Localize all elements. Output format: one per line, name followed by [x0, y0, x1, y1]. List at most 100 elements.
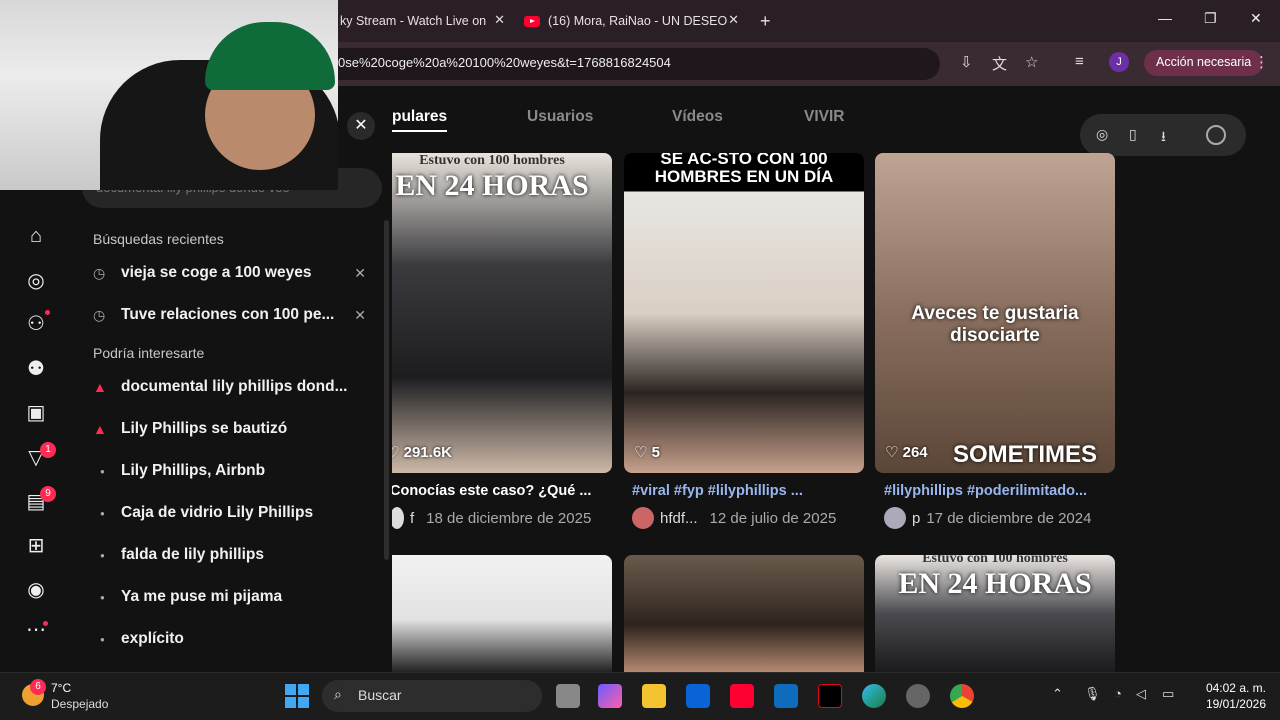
tab-popular[interactable]: pulares — [392, 108, 447, 126]
close-window-icon[interactable]: ✕ — [1250, 10, 1262, 27]
translate-icon[interactable]: 文 — [992, 53, 1007, 74]
friends-icon[interactable]: ⚉ — [24, 357, 48, 381]
new-tab-button[interactable]: + — [760, 8, 776, 34]
profile-icon[interactable]: ◉ — [24, 578, 48, 602]
chatgpt-icon[interactable] — [906, 684, 930, 708]
profile-icon[interactable] — [1206, 125, 1226, 145]
username[interactable]: f — [410, 510, 414, 527]
bookmark-star-icon[interactable]: ☆ — [1025, 53, 1038, 71]
suggestion-item[interactable]: ● Caja de vidrio Lily Phillips — [93, 501, 368, 525]
avatar[interactable] — [390, 507, 404, 529]
windows-start-icon[interactable] — [285, 684, 309, 708]
url-text: 0se%20coge%20a%20100%20weyes&t=176881682… — [338, 55, 671, 70]
taskbar-search[interactable]: ⌕ Buscar — [322, 680, 542, 712]
home-icon[interactable]: ⌂ — [24, 224, 48, 248]
url-input[interactable]: 0se%20coge%20a%20100%20weyes&t=176881682… — [300, 48, 940, 80]
battery-icon[interactable]: ▭ — [1162, 686, 1174, 702]
suggestion-item[interactable]: ● falda de lily phillips — [93, 543, 368, 567]
youtube-app-icon[interactable] — [730, 684, 754, 708]
outlook-classic-icon[interactable] — [774, 684, 798, 708]
browser-tab[interactable]: (16) Mora, RaiNao - UN DESEO ✕ — [524, 8, 739, 34]
netflix-icon[interactable] — [818, 684, 842, 708]
suggestion-text: Ya me puse mi pijama — [121, 588, 283, 605]
video-card[interactable]: Estuvo con 100 hombres EN 24 HORAS ♡ 291… — [372, 153, 612, 473]
notification-dot — [43, 621, 48, 626]
active-tab-indicator — [392, 130, 447, 132]
video-meta: f 18 de diciembre de 2025 — [390, 507, 615, 529]
messages-badge: 9 — [40, 486, 56, 502]
action-required-button[interactable]: Acción necesaria — [1144, 50, 1264, 76]
download-icon[interactable]: ⭳ — [1161, 126, 1166, 150]
outlook-icon[interactable] — [686, 684, 710, 708]
remove-icon[interactable]: ✕ — [354, 265, 366, 282]
suggestion-item[interactable]: ● Lily Phillips, Airbnb — [93, 459, 368, 483]
suggestion-text: Caja de vidrio Lily Phillips — [121, 504, 314, 521]
suggestion-item[interactable]: ▲ Lily Phillips se bautizó — [93, 417, 368, 441]
video-description[interactable]: #lilyphillips #poderilimitado... — [884, 483, 1114, 499]
close-tab-icon[interactable]: ✕ — [494, 12, 505, 28]
explore-icon[interactable]: ◎ — [1096, 126, 1108, 143]
chevron-up-icon[interactable]: ⌃ — [1052, 686, 1063, 702]
copilot-icon[interactable] — [598, 684, 622, 708]
post-date: 12 de julio de 2025 — [709, 509, 837, 527]
clock-time[interactable]: 04:02 a. m. — [1196, 681, 1266, 695]
suggestion-item[interactable]: ● explícito — [93, 627, 368, 651]
video-description[interactable]: #viral #fyp #lilyphillips ... — [632, 483, 862, 499]
chrome-icon[interactable] — [950, 684, 974, 708]
install-app-icon[interactable]: ⇩ — [960, 53, 973, 71]
overlay-text: Aveces te gustaria — [911, 303, 1079, 324]
video-card[interactable]: Estuvo con 100 hombres EN 24 HORAS — [875, 555, 1115, 672]
video-card[interactable] — [372, 555, 612, 672]
suggestion-item[interactable]: ▲ documental lily phillips dond... — [93, 375, 368, 399]
overlay-text: disociarte — [950, 325, 1040, 346]
username[interactable]: p — [912, 510, 920, 527]
upload-icon[interactable]: ⊞ — [24, 534, 48, 558]
volume-icon[interactable]: ◁ — [1136, 686, 1146, 702]
close-search-button[interactable]: ✕ — [347, 112, 375, 140]
tab-title: ky Stream - Watch Live on — [340, 14, 487, 28]
mobile-icon[interactable]: ▯ — [1129, 126, 1137, 143]
like-count: ♡ 5 — [634, 444, 660, 461]
search-icon: ⌕ — [334, 686, 342, 702]
suggestion-text: Lily Phillips se bautizó — [121, 420, 288, 437]
tab-videos[interactable]: Vídeos — [672, 108, 723, 126]
overlay-text: Estuvo con 100 hombres — [922, 555, 1068, 566]
task-view-icon[interactable] — [556, 684, 580, 708]
minimize-icon[interactable]: — — [1158, 10, 1172, 26]
video-card[interactable]: Aveces te gustaria disociarte SOMETIMES … — [875, 153, 1115, 473]
clock-date[interactable]: 19/01/2026 — [1196, 697, 1266, 711]
explore-icon[interactable]: ◎ — [24, 269, 48, 293]
like-count: ♡ 264 — [885, 444, 928, 461]
suggestion-item[interactable]: ● Ya me puse mi pijama — [93, 585, 368, 609]
media-control-icon[interactable]: ≡ — [1075, 53, 1084, 70]
bullet-icon: ● — [100, 550, 105, 560]
overlay-text: HOMBRES EN UN DÍA — [654, 167, 834, 186]
file-explorer-icon[interactable] — [642, 684, 666, 708]
activity-badge: 1 — [40, 442, 56, 458]
recent-search-item[interactable]: ◷ Tuve relaciones con 100 pe... ✕ — [93, 303, 368, 327]
video-description[interactable]: Conocías este caso? ¿Qué ... — [390, 483, 610, 499]
history-icon: ◷ — [93, 264, 106, 281]
microphone-icon[interactable]: 🎙 — [1084, 686, 1101, 702]
browser-menu-icon[interactable]: ⋮ — [1254, 53, 1269, 71]
restore-icon[interactable]: ❐ — [1204, 10, 1217, 27]
trending-up-icon: ▲ — [93, 379, 107, 395]
panel-scrollbar[interactable] — [384, 220, 389, 560]
username[interactable]: hfdf... — [660, 510, 698, 527]
close-tab-icon[interactable]: ✕ — [728, 12, 739, 28]
avatar[interactable] — [884, 507, 906, 529]
live-icon[interactable]: ▣ — [24, 401, 48, 425]
edge-icon[interactable] — [862, 684, 886, 708]
recent-search-item[interactable]: ◷ vieja se coge a 100 weyes ✕ — [93, 261, 368, 285]
wifi-icon[interactable]: ◔ — [1114, 686, 1122, 701]
overlay-text: EN 24 HORAS — [898, 567, 1092, 600]
remove-icon[interactable]: ✕ — [354, 307, 366, 324]
avatar[interactable] — [632, 507, 654, 529]
video-card[interactable]: SE AC-STO CON 100 HOMBRES EN UN DÍA ♡ 5 — [624, 153, 864, 473]
tab-live[interactable]: VIVIR — [804, 108, 844, 126]
browser-tab[interactable]: ky Stream - Watch Live on ✕ — [340, 8, 505, 34]
following-icon[interactable]: ⚇ — [24, 312, 48, 336]
tab-users[interactable]: Usuarios — [527, 108, 593, 126]
video-card[interactable] — [624, 555, 864, 672]
profile-avatar[interactable]: J — [1109, 52, 1129, 72]
